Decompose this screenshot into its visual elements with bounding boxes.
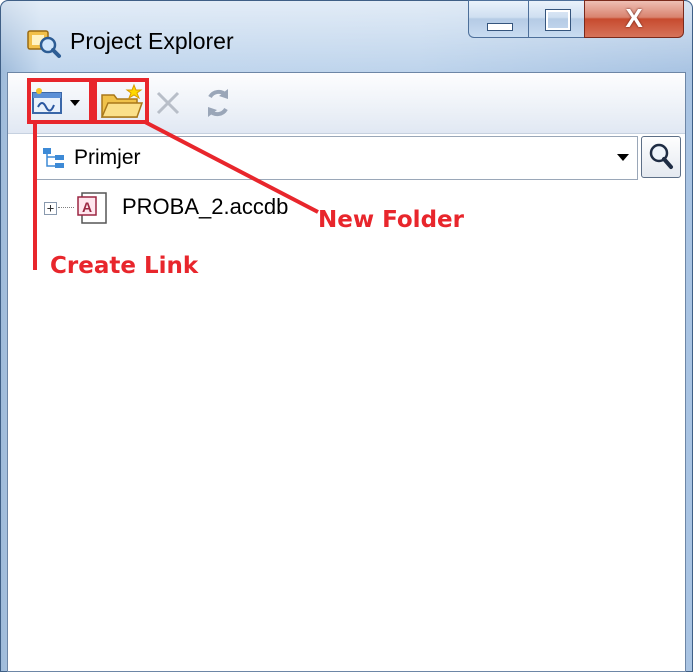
minimize-button[interactable] bbox=[468, 0, 528, 38]
maximize-button[interactable] bbox=[528, 0, 584, 38]
delete-icon bbox=[156, 91, 180, 115]
tree-connector bbox=[58, 207, 74, 208]
project-tree-icon bbox=[43, 148, 64, 168]
create-link-annotation: Create Link bbox=[50, 253, 199, 279]
close-button[interactable]: X bbox=[584, 0, 684, 38]
chevron-down-icon bbox=[70, 100, 80, 106]
search-button[interactable] bbox=[641, 136, 681, 178]
minimize-icon bbox=[487, 23, 513, 31]
location-selector[interactable]: Primjer bbox=[33, 136, 638, 180]
close-icon: X bbox=[625, 3, 643, 33]
refresh-button[interactable] bbox=[198, 73, 238, 133]
delete-button[interactable] bbox=[150, 73, 186, 133]
new-folder-icon bbox=[100, 83, 144, 118]
project-explorer-window: Project Explorer X Primjer + A PROBA_2.a… bbox=[0, 0, 693, 672]
create-link-button[interactable] bbox=[26, 73, 88, 133]
new-folder-button[interactable] bbox=[96, 73, 148, 133]
new-folder-annotation: New Folder bbox=[318, 207, 464, 233]
tree-item-label: PROBA_2.accdb bbox=[122, 194, 289, 219]
location-value: Primjer bbox=[74, 146, 141, 169]
project-explorer-icon bbox=[27, 30, 61, 58]
chevron-down-icon[interactable] bbox=[617, 154, 629, 161]
search-icon bbox=[649, 143, 673, 169]
expand-toggle-icon[interactable]: + bbox=[44, 202, 57, 215]
toolbar bbox=[8, 73, 685, 134]
access-database-icon: A bbox=[77, 192, 107, 224]
create-link-icon bbox=[32, 88, 80, 114]
maximize-icon bbox=[545, 9, 571, 31]
explorer-client-area: Primjer + A PROBA_2.accdb bbox=[7, 72, 686, 672]
svg-text:A: A bbox=[82, 199, 92, 215]
window-title: Project Explorer bbox=[70, 28, 234, 54]
refresh-icon bbox=[208, 89, 228, 117]
